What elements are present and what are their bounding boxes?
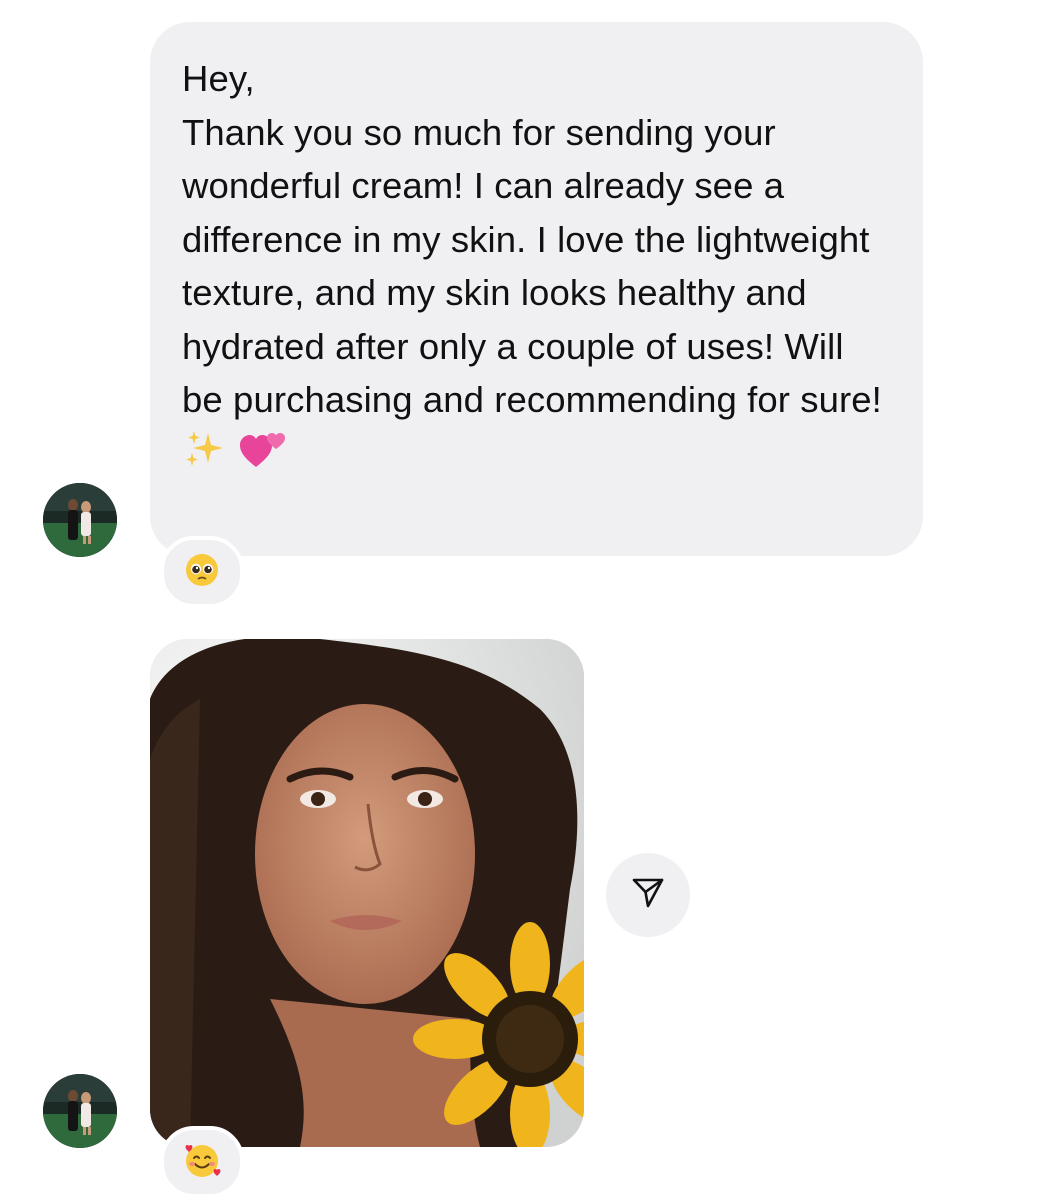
sender-avatar[interactable] <box>43 483 117 557</box>
reaction-badge[interactable] <box>160 536 244 608</box>
reaction-badge[interactable] <box>160 1126 244 1198</box>
message-thread: Hey, Thank you so much for sending your … <box>0 0 1043 1200</box>
message-text: Hey, Thank you so much for sending your … <box>182 52 891 485</box>
paper-plane-icon <box>631 876 665 915</box>
photo-message[interactable] <box>150 639 584 1147</box>
message-text-body: Hey, Thank you so much for sending your … <box>182 58 882 420</box>
sparkles-icon <box>182 429 228 484</box>
pleading-face-icon <box>184 552 220 593</box>
message-bubble[interactable]: Hey, Thank you so much for sending your … <box>150 22 923 556</box>
two-hearts-icon <box>238 427 288 486</box>
sender-avatar[interactable] <box>43 1074 117 1148</box>
smiling-face-with-hearts-icon <box>182 1141 222 1184</box>
share-button[interactable] <box>606 853 690 937</box>
